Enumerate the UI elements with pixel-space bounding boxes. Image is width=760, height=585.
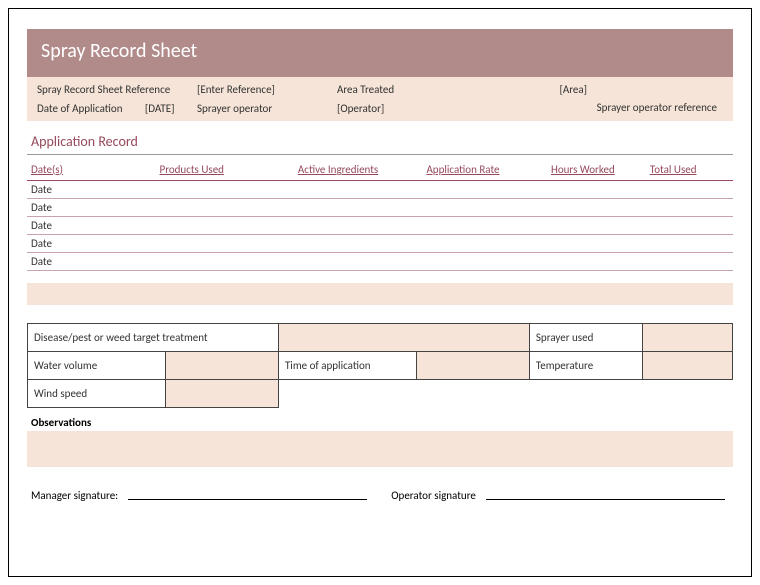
meta-section: Spray Record Sheet Reference [Enter Refe…	[27, 77, 733, 121]
detail-wind-value	[166, 380, 279, 408]
detail-target-value	[278, 324, 529, 352]
meta-opref-label: Sprayer operator reference	[587, 102, 717, 115]
detail-row-2: Water volume Time of application Tempera…	[28, 352, 733, 380]
col-hours: Hours Worked	[551, 163, 650, 176]
detail-sprayer-value	[642, 324, 732, 352]
operator-signature-line	[486, 499, 725, 500]
manager-signature-line	[128, 499, 367, 500]
meta-spacer	[467, 102, 587, 115]
signature-row: Manager signature: Operator signature	[27, 489, 733, 502]
divider	[27, 154, 733, 155]
col-date: Date(s)	[31, 163, 160, 176]
manager-signature-label: Manager signature:	[31, 489, 118, 502]
title-bar: Spray Record Sheet	[27, 29, 733, 77]
spacer-band	[27, 283, 733, 305]
meta-ref-value: [Enter Reference]	[197, 83, 337, 96]
col-total: Total Used	[650, 163, 729, 176]
meta-date-value: [DATE]	[145, 102, 175, 115]
meta-row-2: Date of Application [DATE] Sprayer opera…	[27, 98, 733, 121]
detail-table: Disease/pest or weed target treatment Sp…	[27, 323, 733, 408]
col-rate: Application Rate	[426, 163, 551, 176]
detail-water-value	[166, 352, 279, 380]
record-row: Date	[27, 217, 733, 235]
observations-box	[27, 431, 733, 467]
detail-wind-label: Wind speed	[28, 380, 166, 408]
observations-label: Observations	[31, 416, 733, 429]
detail-time-value	[417, 352, 530, 380]
meta-date-label: Date of Application	[37, 102, 123, 115]
col-ingredients: Active Ingredients	[298, 163, 427, 176]
record-row: Date	[27, 235, 733, 253]
detail-sprayer-label: Sprayer used	[529, 324, 642, 352]
meta-area-label: Area Treated	[337, 83, 467, 96]
detail-target-label: Disease/pest or weed target treatment	[28, 324, 279, 352]
detail-temp-value	[642, 352, 732, 380]
col-products: Products Used	[160, 163, 298, 176]
page-title: Spray Record Sheet	[41, 39, 197, 63]
detail-time-label: Time of application	[278, 352, 416, 380]
record-header: Date(s) Products Used Active Ingredients…	[27, 161, 733, 181]
detail-empty	[278, 380, 732, 408]
detail-row-3: Wind speed	[28, 380, 733, 408]
meta-opref-label-top	[587, 83, 717, 96]
operator-signature-label: Operator signature	[391, 489, 476, 502]
record-row: Date	[27, 199, 733, 217]
detail-temp-label: Temperature	[529, 352, 642, 380]
section-heading-application-record: Application Record	[31, 133, 733, 150]
meta-operator-label: Sprayer operator	[197, 102, 337, 115]
meta-row-1: Spray Record Sheet Reference [Enter Refe…	[27, 77, 733, 98]
meta-area-value: [Area]	[467, 83, 587, 96]
record-row: Date	[27, 253, 733, 271]
meta-operator-value: [Operator]	[337, 102, 467, 115]
meta-ref-label: Spray Record Sheet Reference	[37, 83, 197, 96]
detail-water-label: Water volume	[28, 352, 166, 380]
page-border: Spray Record Sheet Spray Record Sheet Re…	[8, 8, 752, 577]
record-row: Date	[27, 181, 733, 199]
detail-row-1: Disease/pest or weed target treatment Sp…	[28, 324, 733, 352]
